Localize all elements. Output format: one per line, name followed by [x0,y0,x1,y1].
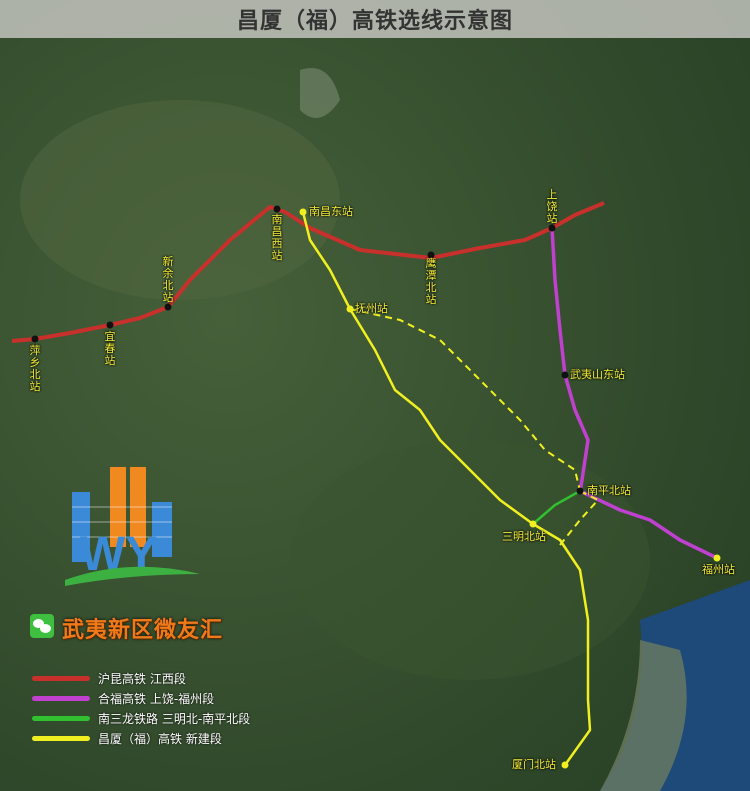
station-label: 南昌东站 [309,205,353,218]
station-label: 萍乡北站 [29,344,41,393]
legend-item: 沪昆高铁 江西段 [32,668,250,688]
legend-item: 合福高铁 上饶-福州段 [32,688,250,708]
station-label: 福州站 [702,563,735,576]
brand-logo: WY [65,467,200,586]
station-label: 武夷山东站 [570,368,625,381]
station-label: 抚州站 [355,302,388,315]
map-title: 昌厦（福）高铁选线示意图 [236,9,513,34]
station-label: 南昌西站 [271,213,283,262]
legend-item: 南三龙铁路 三明北-南平北段 [32,708,250,728]
station-label: 上饶站 [546,188,558,225]
station-label: 新余北站 [162,255,174,304]
legend-swatch [32,675,90,681]
station-label: 南平北站 [587,484,631,497]
legend-swatch [32,735,90,741]
station-label: 三明北站 [502,530,546,543]
map-legend: 沪昆高铁 江西段 合福高铁 上饶-福州段 南三龙铁路 三明北-南平北段 昌厦（福… [32,668,250,748]
station-label: 宜春站 [104,330,116,367]
legend-swatch [32,695,90,701]
station-label: 厦门北站 [512,758,556,771]
legend-label: 沪昆高铁 江西段 [98,671,186,686]
brand-name: 武夷新区微友汇 [62,618,224,643]
legend-swatch [32,715,90,721]
legend-item: 昌厦（福）高铁 新建段 [32,728,250,748]
title-bar: 昌厦（福）高铁选线示意图 [0,0,750,38]
legend-label: 昌厦（福）高铁 新建段 [98,731,222,746]
legend-label: 合福高铁 上饶-福州段 [98,691,215,706]
station-label: 鹰潭北站 [425,257,437,306]
legend-label: 南三龙铁路 三明北-南平北段 [98,711,251,726]
wechat-icon [30,614,54,638]
